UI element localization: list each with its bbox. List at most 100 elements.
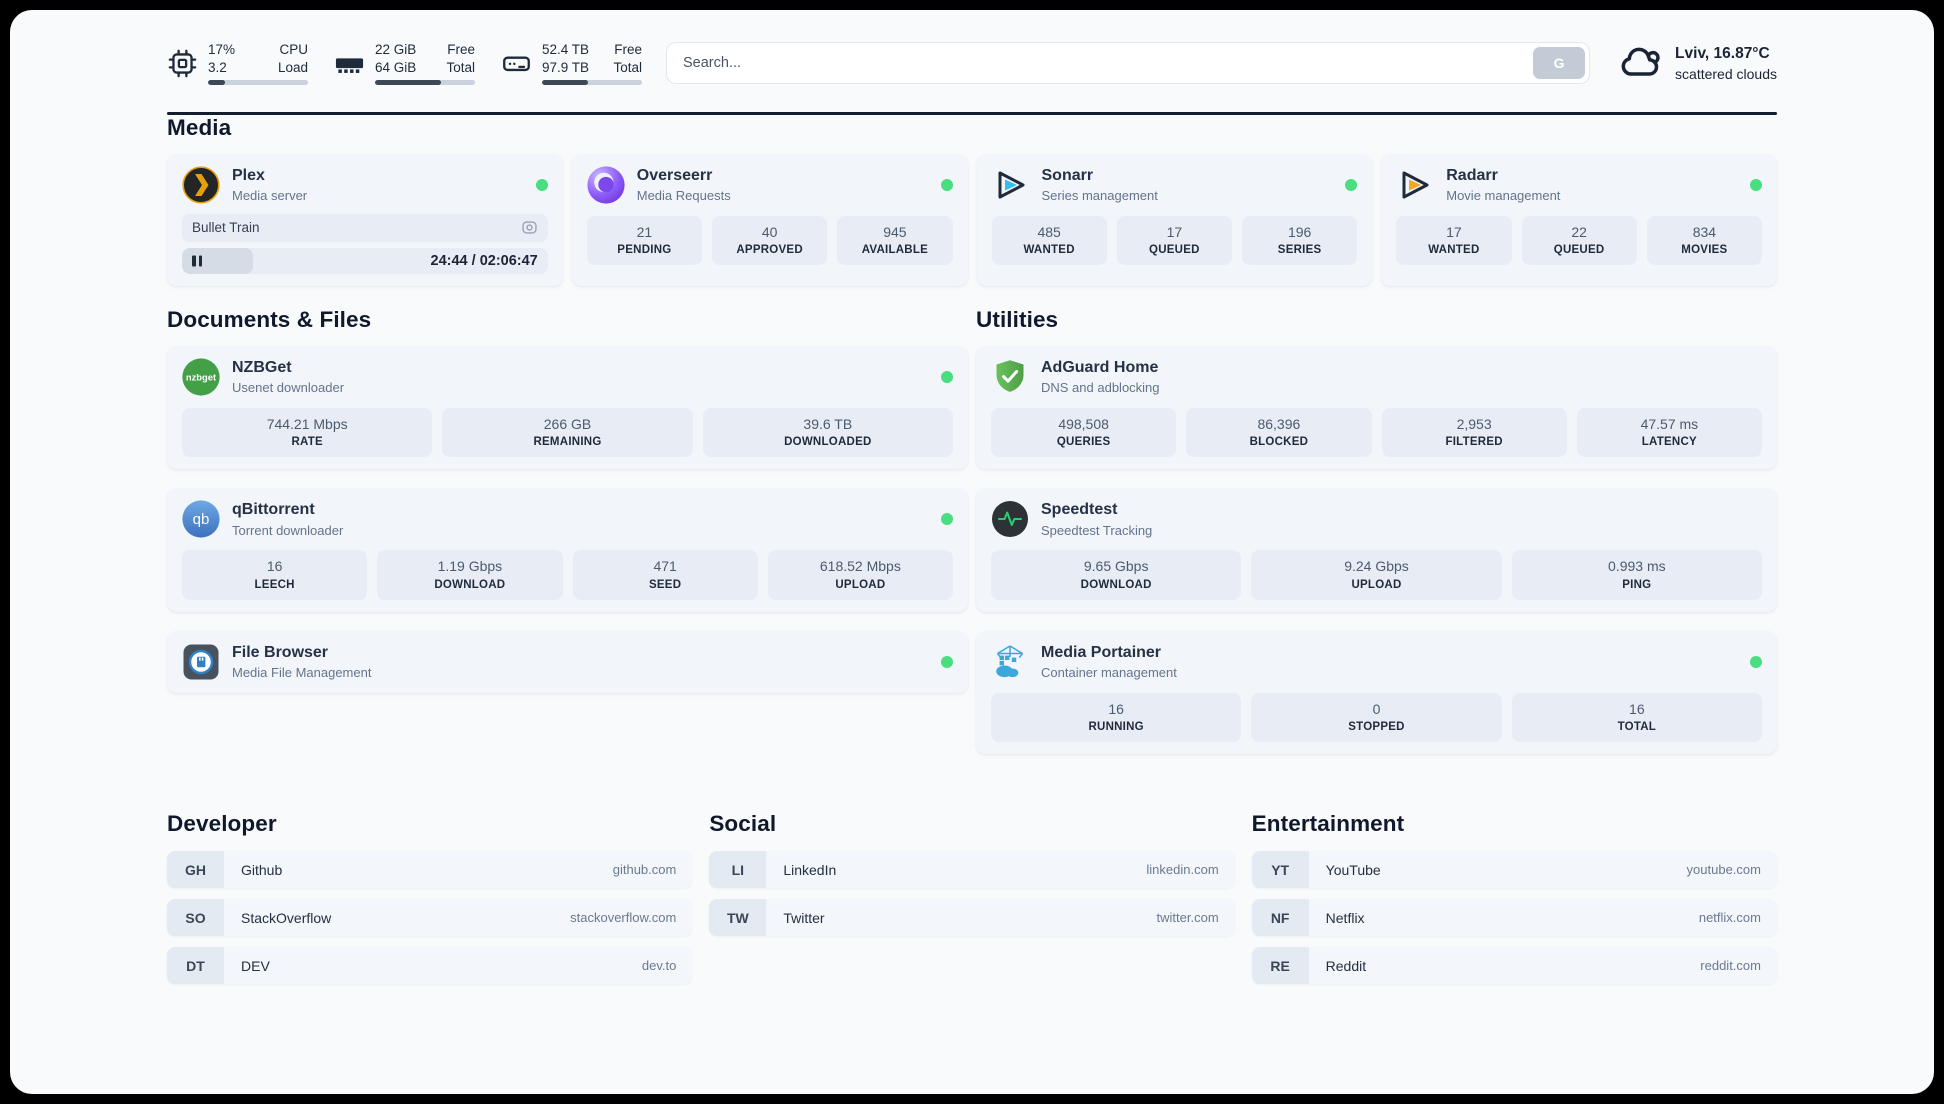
bookmark-group-title: Entertainment (1251, 811, 1405, 836)
system-value: 22 GiB (375, 41, 417, 57)
service-stats: 17 WANTED 22 QUEUED 834 MOVIES (1396, 215, 1762, 265)
stat-label: QUEUED (1149, 244, 1200, 256)
playback-progress-row: 24:44 / 02:06:47 (182, 247, 548, 274)
service-card-overseerr[interactable]: Overseerr Media Requests 21 PENDING 40 APPROV… (571, 153, 968, 286)
stat-label: LEECH (254, 578, 295, 591)
service-stats: 485 WANTED 17 QUEUED 196 SERIES (991, 215, 1358, 265)
service-titles: Speedtest Speedtest Tracking (1041, 500, 1152, 537)
stat-label: DOWNLOAD (434, 578, 506, 591)
weather-text: Lviv, 16.87°C scattered clouds (1675, 45, 1777, 82)
service-card-qbittorrent[interactable]: qb qBittorrent Torrent downloader 16 LEECH 1.… (167, 488, 968, 612)
stat-ping: 0.993 ms PING (1511, 550, 1762, 600)
bookmark-name: Twitter (783, 909, 825, 926)
service-card-file-browser[interactable]: File Browser Media File Management (167, 630, 968, 693)
service-card-sonarr[interactable]: Sonarr Series management 485 WANTED 17 QUEUED… (976, 153, 1373, 286)
weather-condition: scattered clouds (1675, 65, 1777, 82)
search-engine-button[interactable]: G (1533, 47, 1586, 79)
stat-movies: 834 MOVIES (1646, 215, 1762, 265)
system-label: CPU (279, 41, 308, 57)
stat-label: REMAINING (533, 436, 602, 448)
stat-remaining: 266 GB REMAINING (442, 407, 693, 457)
system-value: 3.2 (208, 59, 227, 75)
service-card-speedtest[interactable]: Speedtest Speedtest Tracking 9.65 Gbps DOWN… (976, 488, 1777, 612)
stat-label: WANTED (1428, 244, 1480, 256)
status-online-dot (941, 513, 953, 525)
stat-value: 471 (653, 558, 677, 574)
system-progress-fill (375, 80, 441, 86)
service-card-nzbget[interactable]: nzbget NZBGet Usenet downloader 744.21 Mbps… (167, 345, 968, 469)
bookmark-name: YouTube (1325, 861, 1381, 878)
service-description: Usenet downloader (232, 380, 345, 396)
stat-wanted: 17 WANTED (1396, 215, 1512, 265)
bookmark-dev[interactable]: DT DEV dev.to (167, 947, 693, 984)
bookmark-url: twitter.com (1156, 910, 1219, 925)
service-card-adguard-home[interactable]: AdGuard Home DNS and adblocking 498,508 QUE… (976, 345, 1777, 469)
service-card-header: Radarr Movie management (1396, 166, 1762, 204)
stat-download: 9.65 Gbps DOWNLOAD (991, 550, 1242, 600)
bookmark-stackoverflow[interactable]: SO StackOverflow stackoverflow.com (167, 899, 693, 936)
service-titles: qBittorrent Torrent downloader (232, 500, 343, 537)
bookmark-name: Reddit (1325, 957, 1367, 974)
status-online-dot (941, 370, 953, 383)
system-widget-row: 22 GiB Free (375, 41, 475, 59)
section-title-documents: Documents & Files (167, 306, 372, 332)
bookmark-abbr: SO (167, 899, 224, 936)
status-online-dot (535, 178, 548, 191)
stat-value: 39.6 TB (803, 415, 853, 432)
stat-label: APPROVED (736, 244, 803, 256)
bookmark-youtube[interactable]: YT YouTube youtube.com (1251, 851, 1777, 888)
stat-queries: 498,508 QUERIES (991, 407, 1177, 457)
stat-value: 0 (1372, 700, 1381, 717)
stat-value: 17 (1446, 223, 1462, 240)
stat-total: 16 TOTAL (1511, 692, 1762, 742)
search-input[interactable] (666, 42, 1591, 84)
service-description: Media Requests (636, 188, 731, 204)
bookmark-linkedin[interactable]: LI LinkedIn linkedin.com (709, 851, 1235, 888)
bookmark-github[interactable]: GH Github github.com (167, 851, 693, 888)
stat-label: TOTAL (1617, 721, 1657, 733)
bookmark-netflix[interactable]: NF Netflix netflix.com (1251, 899, 1777, 936)
bookmark-twitter[interactable]: TW Twitter twitter.com (709, 899, 1235, 936)
bookmark-group-title: Developer (167, 811, 277, 836)
bookmark-reddit[interactable]: RE Reddit reddit.com (1251, 947, 1777, 984)
service-name: Plex (232, 166, 265, 184)
media-cards: Plex Media server Bullet Train 24:44 / 02:0… (167, 153, 1777, 286)
service-card-media-portainer[interactable]: Media Portainer Container management 16 RUN… (976, 630, 1777, 754)
service-card-radarr[interactable]: Radarr Movie management 17 WANTED 22 QUEUED 83… (1381, 153, 1777, 286)
system-widget-ram: 22 GiB Free 64 GiB Total (334, 41, 475, 86)
system-label: Free (447, 41, 475, 57)
stat-value: 21 (636, 223, 653, 240)
service-card-header: Plex Media server (182, 165, 548, 204)
service-name: Media Portainer (1041, 643, 1162, 661)
media-section: Media Plex Media server Bullet Train 24:44 … (167, 115, 1777, 286)
stat-label: FILTERED (1445, 436, 1503, 448)
service-card-header: AdGuard Home DNS and adblocking (991, 358, 1762, 396)
service-card-header: qb qBittorrent Torrent downloader (182, 500, 953, 538)
nzbget-icon: nzbget (182, 357, 220, 396)
bookmark-abbr: GH (167, 851, 224, 888)
bookmark-name: LinkedIn (783, 861, 837, 878)
stat-running: 16 RUNNING (991, 692, 1242, 742)
bookmark-abbr: YT (1251, 851, 1309, 888)
system-widget-disk: 52.4 TB Free 97.9 TB Total (501, 41, 642, 86)
stat-wanted: 485 WANTED (991, 215, 1107, 265)
system-widget-text: 22 GiB Free 64 GiB Total (375, 41, 475, 86)
bookmark-abbr: TW (709, 899, 767, 936)
service-stats: 9.65 Gbps DOWNLOAD 9.24 Gbps UPLOAD 0.993 ms… (991, 550, 1762, 600)
stat-value: 9.24 Gbps (1344, 558, 1409, 574)
qbittorrent-icon: qb (182, 500, 220, 538)
documents-cards: nzbget NZBGet Usenet downloader 744.21 Mbps… (167, 345, 968, 693)
service-name: Overseerr (636, 166, 713, 184)
pause-icon (192, 255, 202, 266)
system-progress-track (542, 80, 642, 86)
dashboard-page: 17% CPU 3.2 Load 22 GiB Free 64 GiB Total 52.4 T… (10, 10, 1934, 1094)
bookmark-url: dev.to (641, 958, 677, 973)
bookmark-name: DEV (241, 957, 270, 974)
top-bar: 17% CPU 3.2 Load 22 GiB Free 64 GiB Total 52.4 T… (167, 35, 1777, 91)
service-description: Media File Management (232, 665, 372, 681)
stat-label: PING (1622, 578, 1652, 591)
service-card-plex[interactable]: Plex Media server Bullet Train 24:44 / 02:0… (167, 153, 563, 286)
stat-label: RUNNING (1088, 721, 1144, 733)
stat-pending: 21 PENDING (586, 215, 702, 265)
stat-download: 1.19 Gbps DOWNLOAD (377, 550, 563, 600)
